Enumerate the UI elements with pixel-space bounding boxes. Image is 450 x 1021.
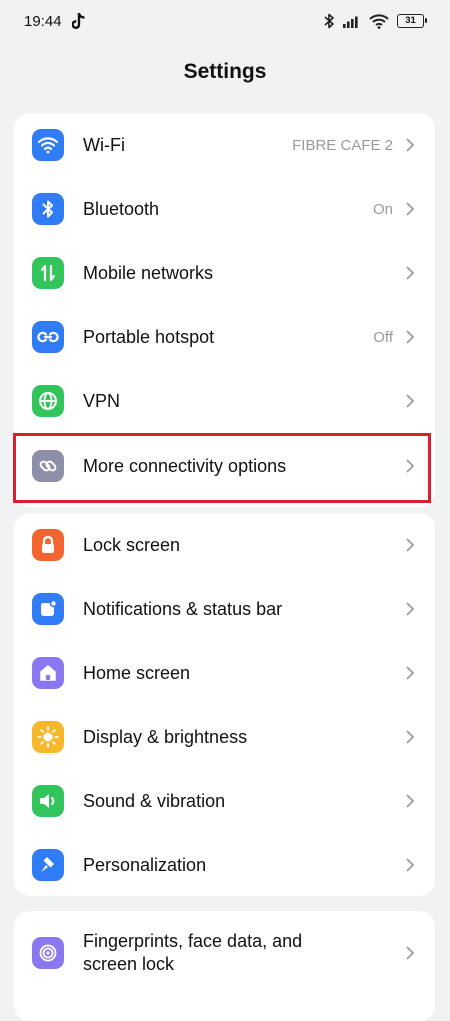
- chevron-right-icon: [406, 138, 415, 152]
- tiktok-icon: [72, 13, 85, 29]
- speaker-icon: [32, 785, 64, 818]
- settings-item-sound[interactable]: Sound & vibration: [14, 769, 435, 833]
- notification-icon: [32, 593, 64, 626]
- settings-item-vpn[interactable]: VPN: [14, 369, 435, 433]
- settings-item-home-screen[interactable]: Home screen: [14, 641, 435, 705]
- bluetooth-icon: [32, 193, 64, 226]
- notifications-label: Notifications & status bar: [83, 598, 283, 619]
- wifi-icon: [32, 129, 64, 162]
- connectivity-card: Wi-Fi FIBRE CAFE 2 Bluetooth On Mobile n…: [14, 113, 435, 507]
- status-bar: 19:44 31: [0, 0, 450, 46]
- fingerprints-label: Fingerprints, face data, and screen lock: [83, 931, 303, 974]
- personalization-card: Lock screen Notifications & status bar H…: [14, 513, 435, 896]
- settings-item-fingerprints[interactable]: Fingerprints, face data, and screen lock: [14, 917, 435, 989]
- bluetooth-label: Bluetooth: [83, 198, 160, 219]
- home-icon: [32, 657, 64, 690]
- mobile-data-icon: [32, 257, 64, 290]
- page-title: Settings: [183, 60, 267, 83]
- portable-hotspot-value: Off: [373, 328, 393, 346]
- wifi-status-icon: [369, 13, 389, 29]
- chevron-right-icon: [406, 794, 415, 808]
- chevron-right-icon: [406, 330, 415, 344]
- bluetooth-status-icon: [324, 13, 334, 29]
- security-card: Fingerprints, face data, and screen lock: [14, 911, 435, 1021]
- wifi-value: FIBRE CAFE 2: [292, 136, 393, 154]
- chevron-right-icon: [406, 946, 415, 960]
- bluetooth-value: On: [372, 200, 393, 218]
- status-time: 19:44: [24, 13, 62, 30]
- chevron-right-icon: [406, 394, 415, 408]
- chevron-right-icon: [406, 266, 415, 280]
- chevron-right-icon: [406, 602, 415, 616]
- settings-item-display[interactable]: Display & brightness: [14, 705, 435, 769]
- globe-icon: [32, 385, 64, 418]
- chevron-right-icon: [406, 538, 415, 552]
- link-icon: [32, 450, 64, 483]
- battery-level: 31: [405, 15, 416, 26]
- chevron-right-icon: [406, 202, 415, 216]
- more-connectivity-label: More connectivity options: [83, 455, 287, 476]
- sun-icon: [32, 721, 64, 754]
- wifi-label: Wi-Fi: [83, 134, 125, 155]
- sound-label: Sound & vibration: [83, 790, 226, 811]
- chevron-right-icon: [406, 666, 415, 680]
- mobile-networks-label: Mobile networks: [83, 262, 214, 283]
- settings-item-portable-hotspot[interactable]: Portable hotspot Off: [14, 305, 435, 369]
- signal-icon: [343, 16, 358, 28]
- settings-item-lock-screen[interactable]: Lock screen: [14, 513, 435, 577]
- chevron-right-icon: [406, 858, 415, 872]
- brush-icon: [32, 849, 64, 882]
- settings-item-more-connectivity[interactable]: More connectivity options: [14, 434, 435, 498]
- display-label: Display & brightness: [83, 726, 248, 747]
- chevron-right-icon: [406, 730, 415, 744]
- settings-item-personalization[interactable]: Personalization: [14, 833, 435, 897]
- status-icons: 31: [323, 13, 427, 29]
- portable-hotspot-label: Portable hotspot: [83, 326, 215, 347]
- chevron-right-icon: [406, 459, 415, 473]
- lock-icon: [32, 529, 64, 562]
- home-screen-label: Home screen: [83, 662, 191, 683]
- settings-item-wifi[interactable]: Wi-Fi FIBRE CAFE 2: [14, 113, 435, 177]
- lock-screen-label: Lock screen: [83, 534, 181, 555]
- settings-item-mobile-networks[interactable]: Mobile networks: [14, 241, 435, 305]
- hotspot-icon: [32, 321, 64, 354]
- vpn-label: VPN: [83, 390, 121, 411]
- personalization-label: Personalization: [83, 854, 207, 875]
- battery-icon: 31: [397, 14, 427, 28]
- settings-item-bluetooth[interactable]: Bluetooth On: [14, 177, 435, 241]
- settings-item-notifications[interactable]: Notifications & status bar: [14, 577, 435, 641]
- fingerprint-icon: [32, 937, 64, 969]
